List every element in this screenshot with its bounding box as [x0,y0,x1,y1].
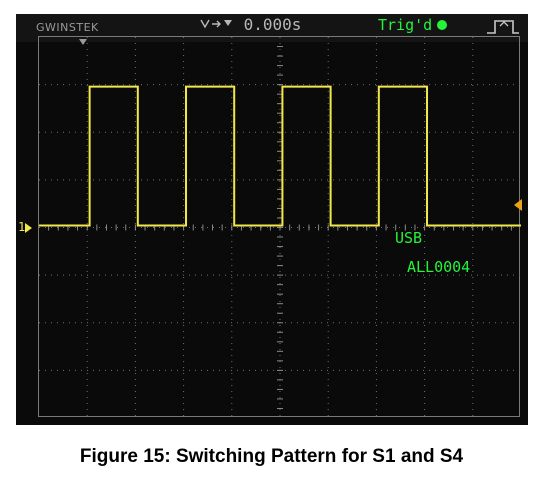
figure-caption: Figure 15: Switching Pattern for S1 and … [79,446,464,467]
trigger-level-icon [514,199,522,211]
storage-label: USB [395,229,423,247]
brand-logo: GWINSTEK [36,21,99,34]
trigger-position-icon [79,39,87,45]
saved-file-name: ALL0004 [407,258,471,276]
trigger-status: Trig'd [378,16,448,34]
trigger-dot-icon [437,20,448,30]
time-offset-readout: 0.000s [200,17,301,33]
pan-arrow-icon [200,19,232,29]
graticule [39,37,521,418]
rising-edge-icon [487,20,519,34]
waveform-display: USB ALL0004 [38,36,521,418]
channel-1-ground-marker [25,223,32,233]
square-wave-trace [39,85,521,227]
time-offset-value: 0.000s [243,15,302,34]
trigger-status-text: Trig'd [378,16,433,34]
oscilloscope-screen: GWINSTEK 0.000s Trig'd USB ALL0004 1 [16,14,528,425]
